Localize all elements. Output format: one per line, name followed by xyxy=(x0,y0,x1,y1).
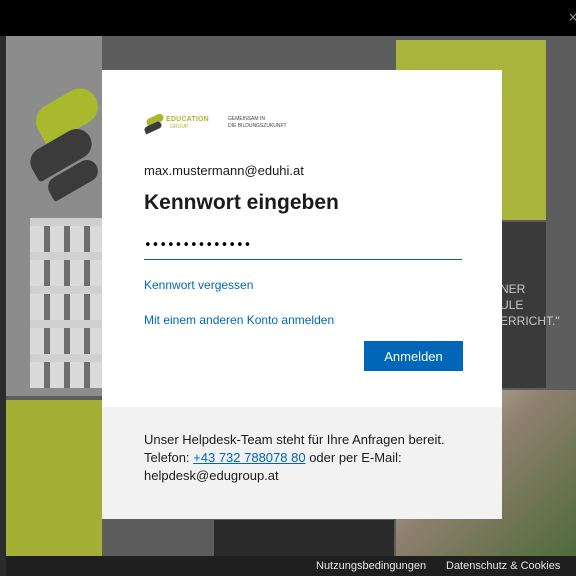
background-tile xyxy=(6,400,102,556)
footer: Nutzungsbedingungen Datenschutz & Cookie… xyxy=(6,556,576,576)
forgot-password-link[interactable]: Kennwort vergessen xyxy=(144,278,253,292)
logo-tagline: DIE BILDUNGSZUKUNFT xyxy=(228,123,287,129)
phone-suffix: oder per E-Mail: xyxy=(305,450,402,465)
terms-link[interactable]: Nutzungsbedingungen xyxy=(316,560,426,572)
other-account-link[interactable]: Mit einem anderen Konto anmelden xyxy=(144,313,334,327)
account-email: max.mustermann@eduhi.at xyxy=(144,163,304,178)
close-icon[interactable]: × xyxy=(568,10,576,24)
page-title: Kennwort eingeben xyxy=(144,191,339,214)
help-email: helpdesk@edugroup.at xyxy=(144,468,279,483)
education-group-logo: EDUCATION GROUP GEMEINSAM IN DIE BILDUNG… xyxy=(144,114,344,138)
background-text: NER xyxy=(500,282,526,296)
help-phone-line: Telefon: +43 732 788078 80 oder per E-Ma… xyxy=(144,450,402,465)
password-input[interactable] xyxy=(144,231,462,260)
privacy-link[interactable]: Datenschutz & Cookies xyxy=(446,560,560,572)
background-text: ERRICHT." xyxy=(500,314,560,328)
helpdesk-info: Unser Helpdesk-Team steht für Ihre Anfra… xyxy=(102,407,502,519)
phone-link[interactable]: +43 732 788078 80 xyxy=(193,450,305,465)
leaf-logo-icon xyxy=(144,116,164,132)
title-bar: × xyxy=(0,0,576,36)
logo-name: EDUCATION xyxy=(166,116,209,123)
background-text: ULE xyxy=(500,298,524,312)
phone-prefix: Telefon: xyxy=(144,450,194,465)
logo-tagline: GEMEINSAM IN xyxy=(228,116,265,122)
logo-sub: GROUP xyxy=(170,124,189,130)
building-image xyxy=(30,218,102,388)
background-tile xyxy=(214,520,394,556)
signin-button[interactable]: Anmelden xyxy=(364,341,463,371)
signin-dialog: EDUCATION GROUP GEMEINSAM IN DIE BILDUNG… xyxy=(102,70,502,519)
help-text: Unser Helpdesk-Team steht für Ihre Anfra… xyxy=(144,432,445,447)
